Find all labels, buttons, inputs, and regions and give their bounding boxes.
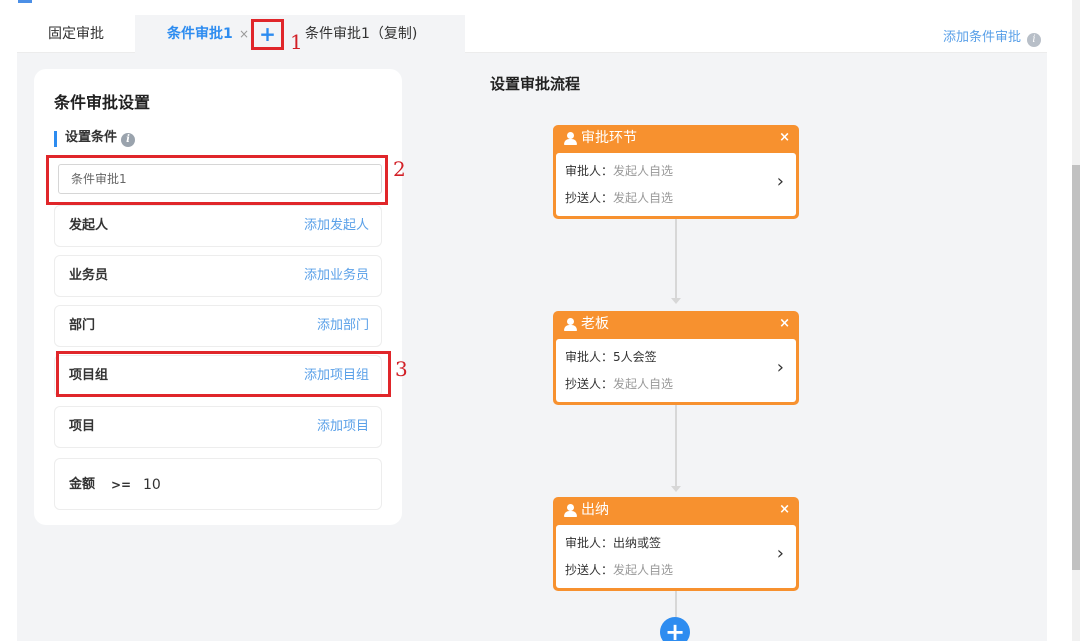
user-icon <box>564 132 577 145</box>
connector-line <box>675 218 677 302</box>
node-body[interactable]: 审批人：发起人自选 抄送人：发起人自选 › <box>556 153 796 216</box>
node-title: 出纳 <box>581 502 609 518</box>
approver-value: 发起人自选 <box>613 164 674 178</box>
add-condition-approval-link[interactable]: 添加条件审批 i <box>943 26 1041 47</box>
chevron-right-icon[interactable]: › <box>777 171 784 192</box>
row-salesperson: 业务员 添加业务员 <box>54 255 382 297</box>
flow-node-boss[interactable]: 老板 × 审批人：5人会签 抄送人：发起人自选 › <box>553 311 799 405</box>
row-label: 发起人 <box>69 218 109 233</box>
plus-icon: + <box>259 22 276 46</box>
add-salesperson-link[interactable]: 添加业务员 <box>304 256 369 296</box>
node-body[interactable]: 审批人：出纳或签 抄送人：发起人自选 › <box>556 525 796 588</box>
cc-value: 发起人自选 <box>613 191 674 205</box>
row-department: 部门 添加部门 <box>54 305 382 347</box>
approver-label: 审批人： <box>565 350 614 364</box>
row-project: 项目 添加项目 <box>54 406 382 448</box>
annotation-2: 2 <box>393 157 406 181</box>
row-label: 部门 <box>69 318 96 333</box>
add-condition-label: 添加条件审批 <box>942 30 1021 45</box>
approver-value: 5人会签 <box>613 350 657 364</box>
add-department-link[interactable]: 添加部门 <box>317 306 369 346</box>
condition-settings-card: 条件审批设置 设置条件 i 条件审批1 2 发起人 添加发起人 业务员 添加业务员… <box>34 69 408 525</box>
node-title: 老板 <box>581 316 609 332</box>
row-initiator: 发起人 添加发起人 <box>54 205 382 247</box>
user-icon <box>564 318 577 331</box>
tab-condition-approval-1[interactable]: 条件审批1 × + 1 条件审批1（复制) <box>135 15 465 54</box>
annotation-box-3 <box>56 351 391 397</box>
approver-value: 出纳或签 <box>613 536 662 550</box>
row-label: 业务员 <box>69 268 109 283</box>
amount-label: 金额 <box>69 477 96 492</box>
amount-operator[interactable]: >= <box>111 459 131 511</box>
connector-arrow <box>671 298 681 304</box>
flow-node-cashier[interactable]: 出纳 × 审批人：出纳或签 抄送人：发起人自选 › <box>553 497 799 591</box>
connector-line <box>675 404 677 490</box>
flow-title: 设置审批流程 <box>490 75 581 93</box>
node-cc: 抄送人：发起人自选 <box>565 375 673 392</box>
cc-value: 发起人自选 <box>613 563 674 577</box>
close-icon[interactable]: × <box>779 497 790 523</box>
cc-label: 抄送人： <box>565 377 614 391</box>
annotation-3: 3 <box>395 357 408 381</box>
add-initiator-link[interactable]: 添加发起人 <box>304 206 369 246</box>
node-header: 老板 × <box>553 311 799 339</box>
annotation-1: 1 <box>290 30 303 54</box>
node-cc: 抄送人：发起人自选 <box>565 561 673 578</box>
close-icon[interactable]: × <box>239 15 249 53</box>
flow-node-approval-step[interactable]: 审批环节 × 审批人：发起人自选 抄送人：发起人自选 › <box>553 125 799 219</box>
node-body[interactable]: 审批人：5人会签 抄送人：发起人自选 › <box>556 339 796 402</box>
row-amount: 金额 >= 10 <box>54 458 382 510</box>
tab-label: 条件审批1 <box>167 26 233 42</box>
add-project-link[interactable]: 添加项目 <box>317 407 369 447</box>
tab-bar: 固定审批 条件审批1 × + 1 条件审批1（复制) 添加条件审批 i <box>17 15 1047 54</box>
node-approver: 审批人：发起人自选 <box>565 162 673 179</box>
add-node-button[interactable]: + <box>660 617 690 641</box>
close-icon[interactable]: × <box>779 311 790 337</box>
node-header: 审批环节 × <box>553 125 799 153</box>
cc-value: 发起人自选 <box>613 377 674 391</box>
cc-label: 抄送人： <box>565 563 614 577</box>
scrollbar-thumb[interactable] <box>1072 165 1080 570</box>
approval-page: 固定审批 条件审批1 × + 1 条件审批1（复制) 添加条件审批 i 条件审批设… <box>17 15 1047 641</box>
cc-label: 抄送人： <box>565 191 614 205</box>
section-label: 设置条件 <box>65 130 118 145</box>
node-header: 出纳 × <box>553 497 799 525</box>
connector-arrow <box>671 486 681 492</box>
close-icon[interactable]: × <box>779 125 790 151</box>
approver-label: 审批人： <box>565 536 614 550</box>
node-approver: 审批人：5人会签 <box>565 348 657 365</box>
node-approver: 审批人：出纳或签 <box>565 534 661 551</box>
top-accent-mark <box>18 0 32 3</box>
tab-condition-approval-copy[interactable]: 条件审批1（复制) <box>305 15 417 53</box>
chevron-right-icon[interactable]: › <box>777 543 784 564</box>
vertical-scrollbar[interactable] <box>1072 0 1080 641</box>
approver-label: 审批人： <box>565 164 614 178</box>
card-title: 条件审批设置 <box>54 93 151 112</box>
add-tab-button[interactable]: + <box>251 19 284 50</box>
info-icon[interactable]: i <box>1027 33 1041 47</box>
info-icon[interactable]: i <box>121 133 136 147</box>
amount-value[interactable]: 10 <box>143 459 161 511</box>
row-label: 项目 <box>69 419 96 434</box>
node-title: 审批环节 <box>581 130 637 146</box>
annotation-box-2 <box>46 155 388 205</box>
tab-fixed-approval[interactable]: 固定审批 <box>17 15 135 53</box>
chevron-right-icon[interactable]: › <box>777 357 784 378</box>
user-icon <box>564 504 577 517</box>
section-title: 设置条件 i <box>54 130 136 147</box>
node-cc: 抄送人：发起人自选 <box>565 189 673 206</box>
